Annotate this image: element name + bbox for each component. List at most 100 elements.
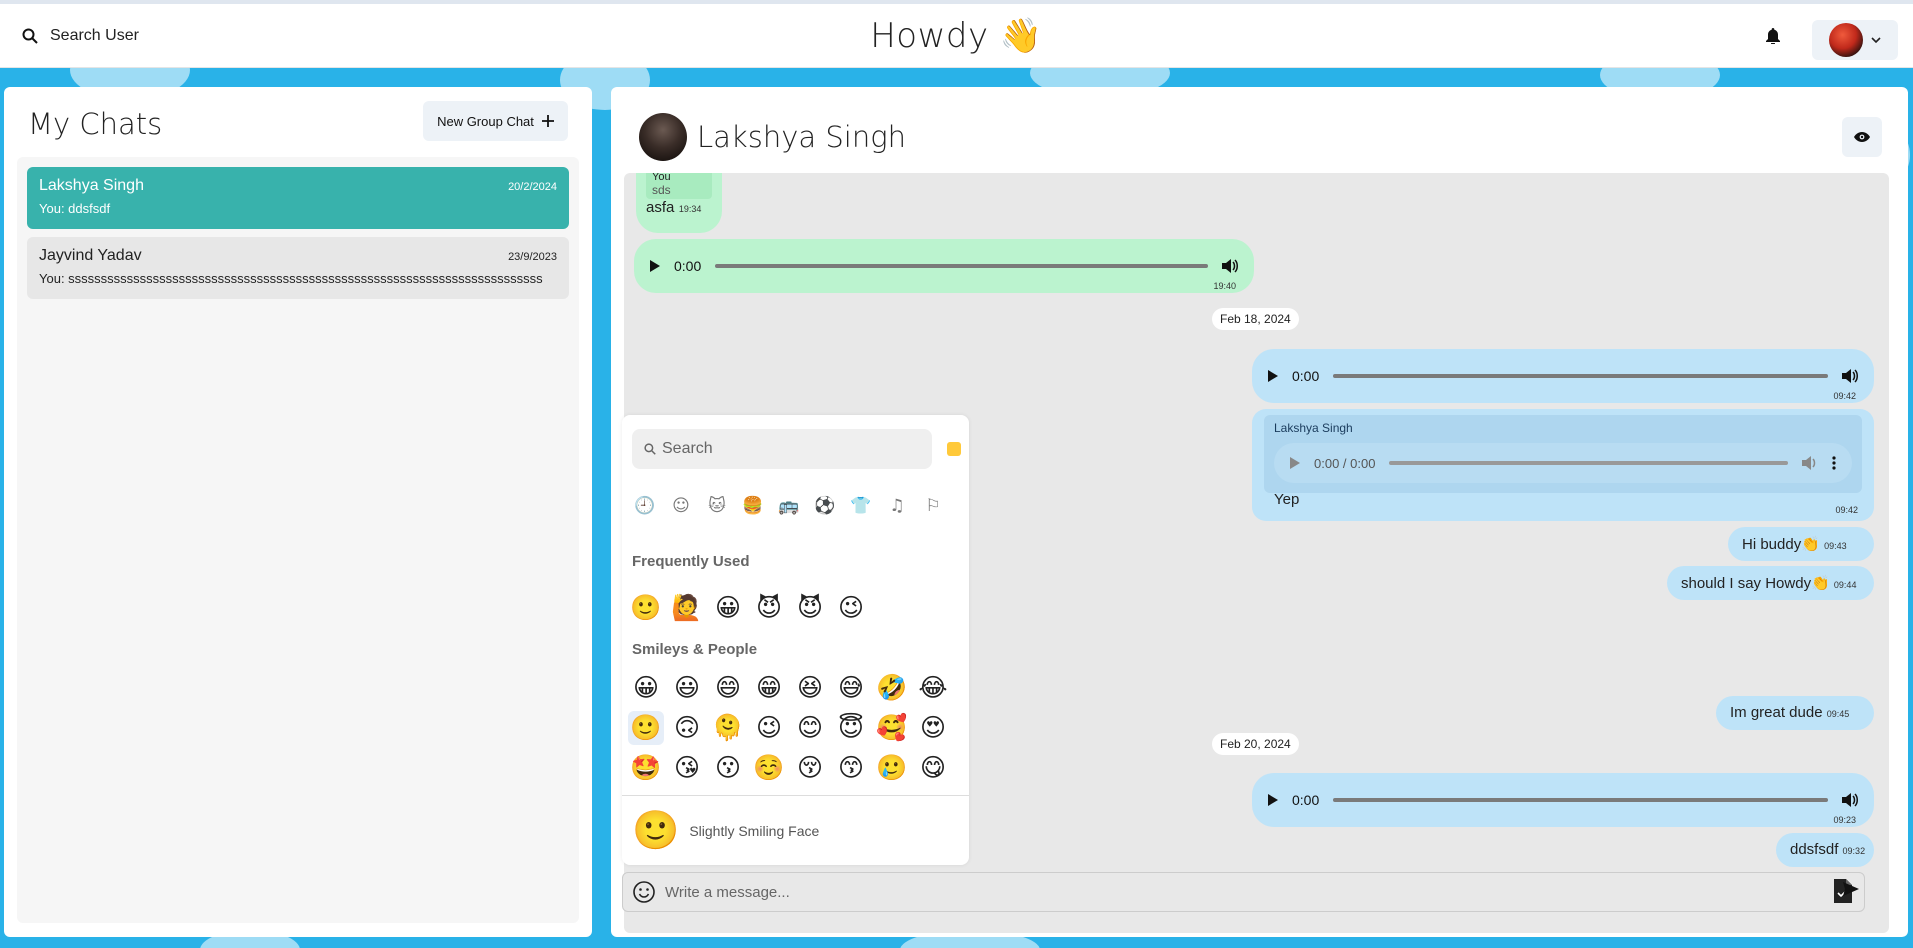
emoji-button[interactable]: 😘 [669, 751, 705, 785]
play-icon[interactable] [1290, 457, 1300, 469]
emoji-button[interactable]: 😉 [751, 711, 787, 745]
view-profile-button[interactable] [1842, 117, 1882, 157]
volume-icon[interactable] [1842, 793, 1858, 807]
message-time: 09:43 [1824, 541, 1847, 551]
my-chats-title: My Chats [28, 107, 163, 141]
avatar [1829, 23, 1863, 57]
quoted-audio: 0:00 / 0:00 [1274, 443, 1852, 483]
message-composer: Write a message... [622, 872, 1865, 912]
preview-emoji-name: Slightly Smiling Face [689, 822, 820, 839]
chat-list-item[interactable]: Jayvind Yadav 23/9/2023 You: sssssssssss… [27, 237, 569, 299]
emoji-button[interactable]: 😋 [915, 751, 951, 785]
audio-message: 0:00 19:40 [634, 239, 1254, 293]
play-icon[interactable] [1268, 794, 1278, 806]
message-bubble: You sds asfa 19:34 [636, 173, 722, 233]
emoji-button[interactable]: 😂 [915, 671, 951, 705]
chat-panel: Lakshya Singh You sds asfa 19:34 0:00 19… [611, 87, 1908, 937]
emoji-button[interactable]: 😃 [669, 671, 705, 705]
emoji-button[interactable]: 🤩 [628, 751, 664, 785]
emoji-button[interactable]: 😚 [792, 751, 828, 785]
reply-quote: Lakshya Singh 0:00 / 0:00 [1264, 415, 1862, 493]
category-activities-icon[interactable]: ⚽ [814, 495, 836, 517]
emoji-preview: 🙂 Slightly Smiling Face [622, 795, 969, 865]
volume-icon[interactable] [1222, 259, 1238, 273]
volume-icon[interactable] [1802, 456, 1818, 470]
emoji-button[interactable]: 😇 [833, 711, 869, 745]
category-recent-icon[interactable]: 🕘 [634, 495, 656, 517]
category-animals-icon[interactable]: 🐱 [706, 495, 728, 517]
emoji-button[interactable]: 🤣 [874, 671, 910, 705]
preview-emoji: 🙂 [632, 809, 680, 852]
volume-icon[interactable] [1842, 369, 1858, 383]
audio-progress[interactable] [1389, 461, 1788, 465]
bell-icon[interactable] [1766, 28, 1780, 48]
play-icon[interactable] [1268, 370, 1278, 382]
audio-progress[interactable] [1333, 798, 1828, 802]
emoji-button[interactable]: 🥲 [874, 751, 910, 785]
emoji-button[interactable]: 😅 [833, 671, 869, 705]
emoji-button[interactable]: 😙 [833, 751, 869, 785]
emoji-button[interactable]: 😀 [628, 671, 664, 705]
reply-author: You [652, 173, 671, 183]
emoji-button[interactable]: 😊 [792, 711, 828, 745]
more-options-icon[interactable] [1832, 456, 1836, 470]
category-objects-icon[interactable]: 👕 [850, 495, 872, 517]
emoji-button[interactable]: 🙂 [628, 711, 664, 745]
emoji-button[interactable]: 😗 [710, 751, 746, 785]
chat-header: Lakshya Singh [639, 113, 906, 161]
audio-progress[interactable] [1333, 374, 1828, 378]
chat-list: Lakshya Singh 20/2/2024 You: ddsfsdf Jay… [17, 157, 579, 923]
play-icon[interactable] [650, 260, 660, 272]
audio-time: 0:00 / 0:00 [1314, 455, 1376, 471]
category-smileys-icon[interactable]: ☺ [670, 495, 692, 517]
audio-time: 0:00 [1292, 368, 1320, 384]
audio-message: 0:00 09:42 [1252, 349, 1874, 403]
emoji-button[interactable]: ☺️ [751, 751, 787, 785]
profile-menu-button[interactable] [1812, 20, 1898, 60]
avatar [639, 113, 687, 161]
emoji-button[interactable]: 🙃 [669, 711, 705, 745]
message-bubble: ddsfsdf 09:32 [1776, 833, 1874, 867]
emoji-button[interactable]: 😈 [792, 591, 828, 625]
top-bar: Search User Howdy 👋 [0, 4, 1913, 68]
frequent-emoji-grid: 🙂 🙋 😀 😈 😈 😉 [628, 591, 956, 625]
message-time: 09:45 [1826, 709, 1850, 719]
emoji-search-placeholder: Search [662, 440, 713, 457]
emoji-toggle-icon[interactable] [633, 881, 655, 903]
audio-time: 0:00 [1292, 792, 1320, 808]
emoji-search-input[interactable]: Search [632, 429, 932, 469]
skin-tone-button[interactable] [947, 442, 961, 456]
category-food-icon[interactable]: 🍔 [742, 495, 764, 517]
emoji-button[interactable]: 😀 [710, 591, 746, 625]
message-bubble: Hi buddy👏 09:43 [1728, 527, 1874, 561]
audio-time: 0:00 [674, 258, 702, 274]
emoji-button[interactable]: 😄 [710, 671, 746, 705]
emoji-button[interactable]: 🥰 [874, 711, 910, 745]
reply-text: sds [652, 183, 671, 197]
message-bubble: Lakshya Singh 0:00 / 0:00 Yep 09:42 [1252, 409, 1874, 521]
chevron-down-icon [1871, 37, 1881, 43]
category-symbols-icon[interactable]: ♫ [886, 495, 908, 517]
search-icon [644, 443, 656, 455]
audio-message: 0:00 09:23 [1252, 773, 1874, 827]
emoji-button[interactable]: 😉 [833, 591, 869, 625]
emoji-button[interactable]: 😁 [751, 671, 787, 705]
send-icon[interactable] [1843, 882, 1859, 896]
category-travel-icon[interactable]: 🚌 [778, 495, 800, 517]
message-input[interactable]: Write a message... [665, 884, 1864, 901]
message-time: 09:42 [1835, 505, 1858, 515]
emoji-button[interactable]: 🫠 [710, 711, 746, 745]
emoji-picker: Search 🕘 ☺ 🐱 🍔 🚌 ⚽ 👕 ♫ ⚐ Frequently Used… [622, 415, 969, 865]
chat-list-item[interactable]: Lakshya Singh 20/2/2024 You: ddsfsdf [27, 167, 569, 229]
new-group-chat-button[interactable]: New Group Chat [423, 101, 568, 141]
message-time: 09:42 [1833, 391, 1856, 401]
message-text: ddsfsdf [1790, 841, 1839, 858]
emoji-button[interactable]: 😈 [751, 591, 787, 625]
category-flags-icon[interactable]: ⚐ [922, 495, 944, 517]
emoji-button[interactable]: 😆 [792, 671, 828, 705]
audio-progress[interactable] [715, 264, 1208, 268]
message-text: Im great dude [1730, 704, 1823, 721]
emoji-button[interactable]: 🙋 [669, 591, 705, 625]
emoji-button[interactable]: 😍 [915, 711, 951, 745]
emoji-button[interactable]: 🙂 [628, 591, 664, 625]
